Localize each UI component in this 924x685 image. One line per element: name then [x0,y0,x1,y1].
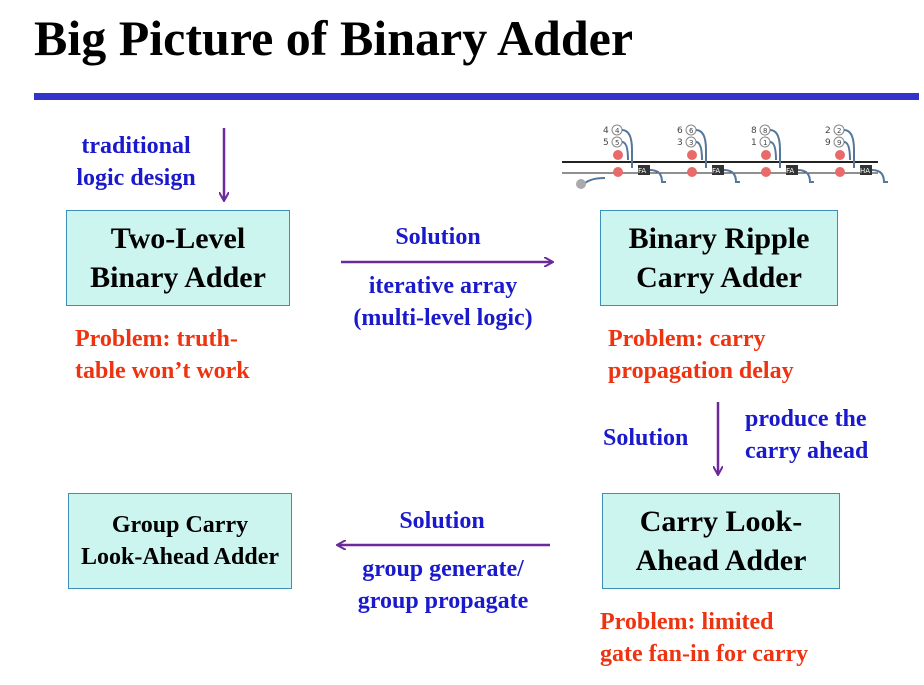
bottom-detail-line-1: group generate/ [362,556,524,582]
top-solution-detail: iterative array (multi-level logic) [330,270,556,335]
stage-carry-dot [761,167,771,177]
stage-carry-dot [835,167,845,177]
stage-digit-top: 4 [603,126,609,136]
bottom-solution-detail: group generate/ group propagate [330,553,556,618]
cla-line-2: Ahead Adder [635,544,807,577]
cla-problem: Problem: limited gate fan-in for carry [600,606,808,671]
stage-circle-bottom-digit: 1 [763,139,767,147]
stage-digit-bottom: 5 [603,138,609,148]
stage-circle-bottom-digit: 5 [615,139,619,147]
stage-carry-out-wire [797,169,814,183]
stage-digit-bottom: 3 [677,138,683,148]
stage-sum-dot [687,150,697,160]
stage-digit-top: 6 [677,126,683,136]
two-level-problem: Problem: truth- table won’t work [75,323,250,388]
ripple-problem-line-1: Problem: carry [608,326,766,352]
stage-circle-bottom-digit: 3 [689,139,693,147]
two-level-line-1: Two-Level [110,222,246,255]
cla-problem-line-2: gate fan-in for carry [600,641,809,668]
bottom-detail-line-2: group propagate [357,588,529,615]
stage-sum-dot [613,150,623,160]
stage-wire-b [769,141,777,161]
stage-carry-out-wire [723,169,740,183]
top-detail-line-2: (multi-level logic) [353,305,533,332]
stage-carry-dot [687,167,697,177]
group-line-1: Group Carry [111,511,249,538]
right-solution-detail: produce the carry ahead [745,403,868,468]
ripple-line-1: Binary Ripple [628,222,810,255]
stage-digit-bottom: 1 [751,138,757,148]
right-solution-label: Solution [603,425,689,451]
ripple-problem-line-2: propagation delay [608,358,794,385]
half-adder-label: HA [860,167,870,175]
cla-problem-line-1: Problem: limited [600,609,774,635]
two-level-line-2: Binary Adder [90,261,266,294]
traditional-label: traditional logic design [62,130,210,195]
stage-sum-dot [761,150,771,160]
stage-circle-top-digit: 8 [763,127,767,135]
stage-carry-out-wire [649,169,666,183]
stage-circle-top-digit: 6 [689,127,694,135]
bottom-solution-label: Solution [399,508,485,534]
stage-wire-b [695,141,703,161]
group-carry-lookahead-box: Group Carry Look-Ahead Adder [68,493,292,589]
ripple-problem: Problem: carry propagation delay [608,323,794,388]
right-detail-line-2: carry ahead [745,438,869,465]
stage-circle-top-digit: 4 [615,127,620,135]
stage-digit-top: 2 [825,126,831,136]
cla-line-1: Carry Look- [639,505,803,538]
full-adder-label: FA [786,167,794,175]
stage-wire-b [621,141,629,161]
traditional-line-1: traditional [81,133,191,159]
stage-carry-dot [613,167,623,177]
right-detail-line-1: produce the [745,406,867,432]
two-level-problem-line-1: Problem: truth- [75,326,238,352]
stage-circle-top-digit: 2 [837,127,841,135]
stage-sum-dot [835,150,845,160]
two-level-problem-line-2: table won’t work [75,358,250,385]
full-adder-label: FA [712,167,720,175]
ripple-carry-adder-box: Binary Ripple Carry Adder [600,210,838,306]
traditional-line-2: logic design [76,165,196,192]
stage-carry-out-wire [871,169,888,183]
stage-digit-bottom: 9 [825,138,831,148]
stage-wire-b [843,141,851,161]
two-level-adder-box: Two-Level Binary Adder [66,210,290,306]
carry-lookahead-adder-box: Carry Look- Ahead Adder [602,493,840,589]
ripple-line-2: Carry Adder [636,261,802,294]
top-detail-line-1: iterative array [368,273,518,299]
group-line-2: Look-Ahead Adder [80,544,280,570]
full-adder-label: FA [638,167,646,175]
stage-digit-top: 8 [751,126,757,136]
stage-circle-bottom-digit: 9 [837,139,841,147]
top-solution-label: Solution [395,224,481,250]
